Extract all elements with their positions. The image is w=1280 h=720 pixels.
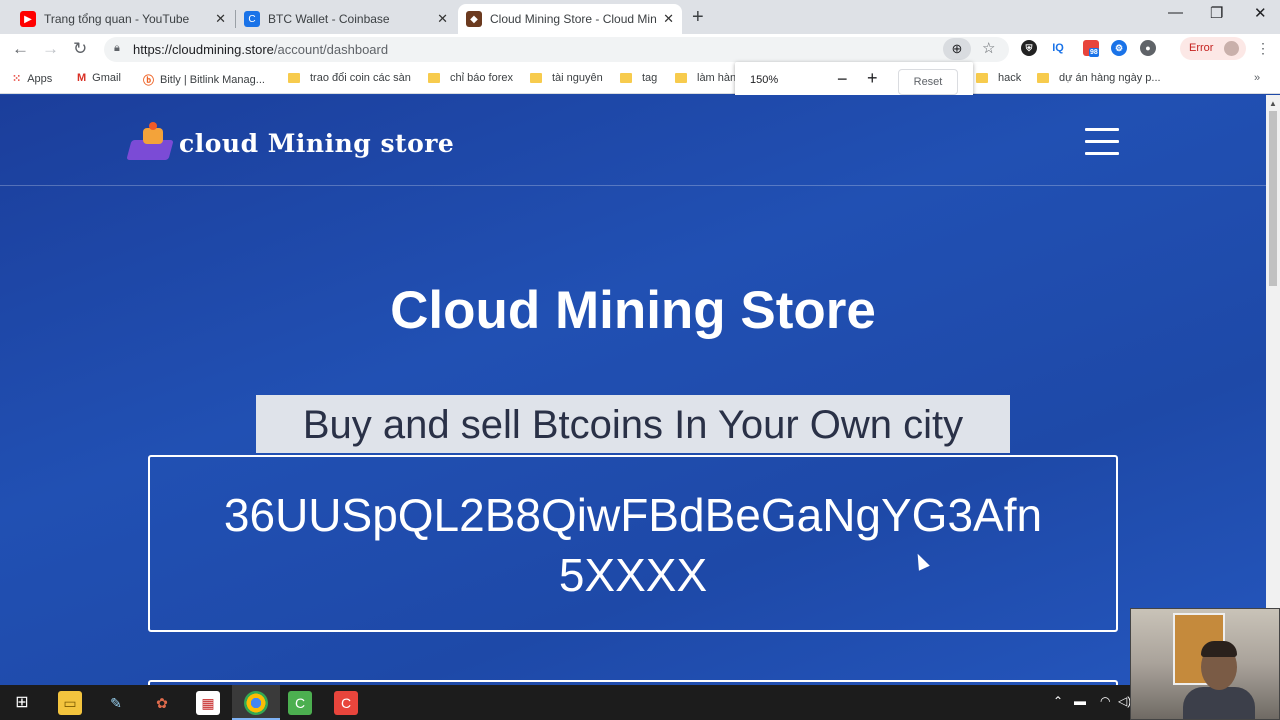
- new-tab-button[interactable]: +: [692, 6, 704, 29]
- site-logo[interactable]: cloud Mining store: [126, 122, 455, 164]
- folder-icon: [288, 73, 300, 83]
- wallet-address-box[interactable]: 36UUSpQL2B8QiwFBdBeGaNgYG3Afn 5XXXX: [148, 455, 1118, 632]
- zoom-out-button[interactable]: −: [837, 69, 848, 90]
- url-text: https://cloudmining.store/account/dashbo…: [133, 42, 389, 57]
- menu-icon[interactable]: ⋮: [1256, 40, 1270, 57]
- close-tab-icon[interactable]: ✕: [215, 11, 226, 27]
- bookmark-folder[interactable]: hack: [976, 72, 1021, 84]
- bookmark-folder[interactable]: dự án hàng ngày p...: [1037, 72, 1161, 84]
- address-bar[interactable]: 🔒︎ https://cloudmining.store/account/das…: [104, 37, 1009, 62]
- tab-strip: ▶ Trang tổng quan - YouTube ✕ C BTC Wall…: [0, 0, 1280, 34]
- wifi-icon[interactable]: ◠: [1100, 694, 1110, 708]
- app-icon[interactable]: ▦: [196, 691, 220, 715]
- zoom-icon[interactable]: ⊕: [943, 38, 971, 60]
- logo-cube-icon: [126, 122, 177, 164]
- back-icon[interactable]: ←: [12, 39, 29, 59]
- scroll-up-icon[interactable]: ▲: [1269, 99, 1277, 108]
- close-window-icon[interactable]: ✕: [1254, 4, 1267, 22]
- tab-cloudmining[interactable]: ◆ Cloud Mining Store - Cloud Mini ✕: [458, 4, 682, 34]
- wallet-address-line: 36UUSpQL2B8QiwFBdBeGaNgYG3Afn: [223, 489, 1043, 541]
- taskbar: ⊞ ▭ ✎ ✿ ▦ C C ⌃ ▬ ◠ ◁): [0, 685, 1280, 720]
- hamburger-menu-icon[interactable]: [1085, 128, 1119, 155]
- battery-icon[interactable]: ▬: [1074, 694, 1086, 708]
- file-explorer-icon[interactable]: ▭: [58, 691, 82, 715]
- folder-icon: [675, 73, 687, 83]
- avatar: [1224, 41, 1239, 56]
- bookmark-bitly[interactable]: ⓑ Bitly | Bitlink Manag...: [143, 72, 265, 88]
- extension-profile-icon[interactable]: ●: [1140, 40, 1156, 56]
- page-content: cloud Mining store Cloud Mining Store Bu…: [0, 95, 1266, 685]
- notepad-icon[interactable]: ✎: [104, 691, 128, 715]
- camtasia-green-icon[interactable]: C: [288, 691, 312, 715]
- tab-coinbase[interactable]: C BTC Wallet - Coinbase ✕: [236, 4, 456, 34]
- bookmark-folder[interactable]: làm hàn: [675, 72, 736, 84]
- bookmark-apps[interactable]: ⁙ Apps: [12, 72, 52, 86]
- close-tab-icon[interactable]: ✕: [437, 11, 448, 27]
- webcam-overlay: [1130, 608, 1280, 720]
- extension-gear-icon[interactable]: ⚙: [1111, 40, 1127, 56]
- folder-icon: [1037, 73, 1049, 83]
- minimize-icon[interactable]: —: [1168, 4, 1183, 21]
- bookmark-folder[interactable]: tài nguyên: [530, 72, 603, 84]
- extension-iq-icon[interactable]: IQ: [1050, 40, 1066, 56]
- bookmark-folder[interactable]: trao đổi coin các sàn: [288, 72, 411, 84]
- bookmark-folder[interactable]: chỉ báo forex: [428, 72, 513, 84]
- restore-icon[interactable]: ❐: [1210, 4, 1223, 22]
- zoom-reset-button[interactable]: Reset: [898, 69, 958, 95]
- cloudmining-icon: ◆: [466, 11, 482, 27]
- gmail-icon: M: [77, 72, 87, 84]
- profile-error-button[interactable]: Error: [1180, 37, 1246, 60]
- folder-icon: [530, 73, 542, 83]
- coinbase-icon: C: [244, 11, 260, 27]
- wallet-address-line: 5XXXX: [558, 549, 708, 601]
- zoom-level: 150%: [750, 74, 779, 86]
- folder-icon: [620, 73, 632, 83]
- bookmark-folder[interactable]: tag: [620, 72, 657, 84]
- logo-text: cloud Mining store: [179, 128, 455, 158]
- bookmarks-overflow-icon[interactable]: »: [1254, 72, 1260, 84]
- extension-badge-icon[interactable]: 98: [1083, 40, 1099, 57]
- reload-icon[interactable]: ↻: [73, 39, 87, 59]
- folder-icon: [976, 73, 988, 83]
- tab-title: Cloud Mining Store - Cloud Mini: [490, 12, 658, 26]
- folder-icon: [428, 73, 440, 83]
- bookmark-gmail[interactable]: M Gmail: [77, 72, 121, 84]
- page-title: Cloud Mining Store: [390, 281, 876, 340]
- tab-title: BTC Wallet - Coinbase: [268, 12, 390, 26]
- close-tab-icon[interactable]: ✕: [663, 11, 674, 27]
- scrollbar-thumb[interactable]: [1269, 111, 1277, 286]
- header-divider: [0, 185, 1266, 186]
- bookmarks-bar: ⁙ Apps M Gmail ⓑ Bitly | Bitlink Manag... t…: [0, 64, 1280, 94]
- tray-chevron-icon[interactable]: ⌃: [1053, 694, 1063, 708]
- apps-grid-icon: ⁙: [12, 73, 22, 85]
- extension-shield-icon[interactable]: ⛨: [1021, 40, 1037, 56]
- youtube-icon: ▶: [20, 11, 36, 27]
- windows-start-icon[interactable]: ⊞: [10, 691, 34, 715]
- tab-youtube[interactable]: ▶ Trang tổng quan - YouTube ✕: [12, 4, 234, 34]
- lock-icon: 🔒︎: [114, 42, 120, 54]
- camtasia-red-icon[interactable]: C: [334, 691, 358, 715]
- page-subtitle: Buy and sell Btcoins In Your Own city: [256, 395, 1010, 453]
- scrollbar[interactable]: ▲: [1266, 95, 1280, 685]
- tab-title: Trang tổng quan - YouTube: [44, 12, 190, 26]
- paint-icon[interactable]: ✿: [150, 691, 174, 715]
- bookmark-star-icon[interactable]: ☆: [982, 39, 995, 57]
- zoom-in-button[interactable]: +: [867, 68, 878, 89]
- forward-icon[interactable]: →: [42, 39, 59, 59]
- chrome-icon[interactable]: [244, 691, 268, 715]
- bitly-icon: ⓑ: [143, 75, 154, 87]
